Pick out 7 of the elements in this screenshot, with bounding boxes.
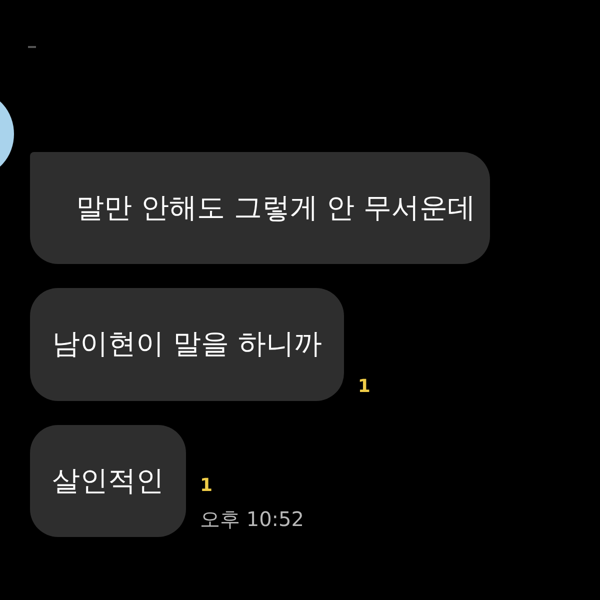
message-bubble: 말만 안해도 그렇게 안 무서운데 xyxy=(30,152,490,264)
unread-count: 1 xyxy=(200,475,214,496)
message-bubble: 살인적인 xyxy=(30,424,186,538)
message-time: 오후 10:52 xyxy=(200,506,304,534)
divider-mark xyxy=(28,46,36,48)
unread-count: 1 xyxy=(358,376,370,397)
message-bubble: 남이현이 말을 하니까 xyxy=(30,288,344,401)
